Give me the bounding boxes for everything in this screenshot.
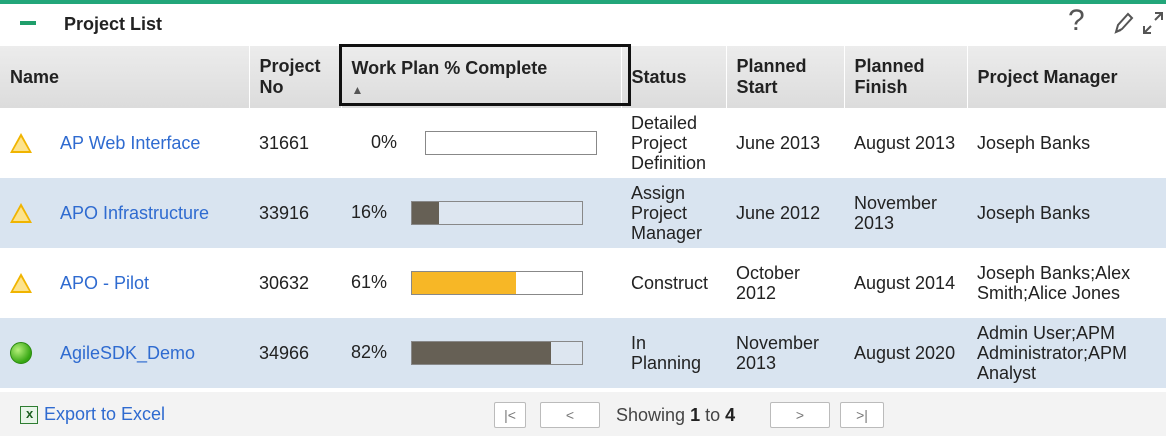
project-no-cell: 34966 <box>249 318 341 388</box>
progress-bar <box>411 201 583 225</box>
name-cell: APO - Pilot <box>0 248 249 318</box>
project-no-cell: 31661 <box>259 133 310 153</box>
work-plan-cell: 16% <box>341 178 621 248</box>
progress-fill <box>412 202 440 224</box>
work-plan-header-label: Work Plan % Complete <box>351 57 548 78</box>
green-circle-icon <box>10 342 32 364</box>
column-header-name[interactable]: Name <box>0 46 250 108</box>
project-link[interactable]: AgileSDK_Demo <box>60 343 195 363</box>
work-plan-cell: 61% <box>341 248 621 318</box>
percent-complete: 82% <box>351 341 388 362</box>
manager-cell: Admin User;APM Administrator;APM Analyst <box>967 318 1166 388</box>
pagination-status: Showing 1 to 4 <box>616 405 735 426</box>
project-link[interactable]: APO Infrastructure <box>60 203 209 223</box>
showing-prefix: Showing <box>616 405 691 425</box>
project-table: Name Project No Work Plan % Complete ▲ S… <box>0 46 1166 388</box>
warning-triangle-icon <box>10 203 32 223</box>
percent-complete: 16% <box>351 201 388 222</box>
first-page-button[interactable]: |< <box>494 402 526 428</box>
column-header-project-no[interactable]: Project No <box>249 46 342 108</box>
percent-complete: 0% <box>371 131 398 152</box>
sort-ascending-icon: ▲ <box>351 82 364 97</box>
previous-page-button[interactable]: < <box>540 402 600 428</box>
table-row: AP Web Interface 31661 0% Detailed Proje… <box>0 108 1166 178</box>
planned-finish-cell: November 2013 <box>844 178 967 248</box>
project-no-cell: 30632 <box>259 273 310 293</box>
progress-fill <box>412 342 552 364</box>
pencil-icon[interactable] <box>1112 10 1134 36</box>
portlet-title: Project List <box>64 14 163 34</box>
help-icon[interactable]: ? <box>1068 4 1085 38</box>
planned-start-cell: October 2012 <box>736 263 801 303</box>
manager-cell: Joseph Banks;Alex Smith;Alice Jones <box>977 263 1131 303</box>
name-cell: APO Infrastructure <box>0 178 249 248</box>
showing-to: 4 <box>725 405 736 425</box>
column-header-project-manager[interactable]: Project Manager <box>967 46 1166 108</box>
manager-cell: Joseph Banks <box>967 178 1166 248</box>
progress-bar <box>411 341 583 365</box>
project-list-portlet: Project List ? Name Project No Work Plan… <box>0 0 1166 436</box>
planned-start-cell: November 2013 <box>726 318 844 388</box>
table-row: APO - Pilot 30632 61% Construct October … <box>0 248 1166 318</box>
portlet-footer: Export to Excel |< < Showing 1 to 4 > >| <box>0 392 1166 436</box>
column-header-work-plan[interactable]: Work Plan % Complete ▲ <box>341 46 622 108</box>
showing-to-word: to <box>700 405 726 425</box>
work-plan-cell: 82% <box>341 318 621 388</box>
planned-finish-cell: August 2020 <box>844 318 967 388</box>
excel-icon[interactable] <box>20 406 38 424</box>
progress-fill <box>412 272 516 294</box>
portlet-header: Project List ? <box>0 4 1166 50</box>
status-cell: In Planning <box>621 318 726 388</box>
planned-finish-cell: August 2014 <box>854 273 956 293</box>
planned-start-cell: June 2013 <box>736 133 821 153</box>
planned-finish-cell: August 2013 <box>854 133 956 153</box>
next-page-button[interactable]: > <box>770 402 830 428</box>
planned-start-cell: June 2012 <box>726 178 844 248</box>
project-no-cell: 33916 <box>249 178 341 248</box>
status-cell: Construct <box>631 273 709 293</box>
work-plan-cell: 0% <box>341 108 621 178</box>
manager-cell: Joseph Banks <box>977 133 1091 153</box>
name-cell: AP Web Interface <box>0 108 249 178</box>
column-header-status[interactable]: Status <box>621 46 727 108</box>
name-cell: AgileSDK_Demo <box>0 318 249 388</box>
table-row: AgileSDK_Demo 34966 82% In Planning Nove… <box>0 318 1166 388</box>
project-link[interactable]: APO - Pilot <box>60 273 149 293</box>
expand-icon[interactable] <box>1142 10 1164 36</box>
status-cell: Assign Project Manager <box>621 178 726 248</box>
collapse-icon[interactable] <box>20 21 36 25</box>
warning-triangle-icon <box>10 133 32 153</box>
project-link[interactable]: AP Web Interface <box>60 133 200 153</box>
table-header-row: Name Project No Work Plan % Complete ▲ S… <box>0 46 1166 108</box>
export-to-excel-link[interactable]: Export to Excel <box>44 404 165 425</box>
warning-triangle-icon <box>10 273 32 293</box>
progress-bar <box>411 271 583 295</box>
table-row: APO Infrastructure 33916 16% Assign Proj… <box>0 178 1166 248</box>
percent-complete: 61% <box>351 271 388 292</box>
last-page-button[interactable]: >| <box>840 402 884 428</box>
column-header-planned-start[interactable]: Planned Start <box>726 46 845 108</box>
column-header-planned-finish[interactable]: Planned Finish <box>844 46 968 108</box>
status-cell: Detailed Project Definition <box>631 113 707 173</box>
progress-bar <box>425 131 597 155</box>
showing-from: 1 <box>690 405 701 425</box>
